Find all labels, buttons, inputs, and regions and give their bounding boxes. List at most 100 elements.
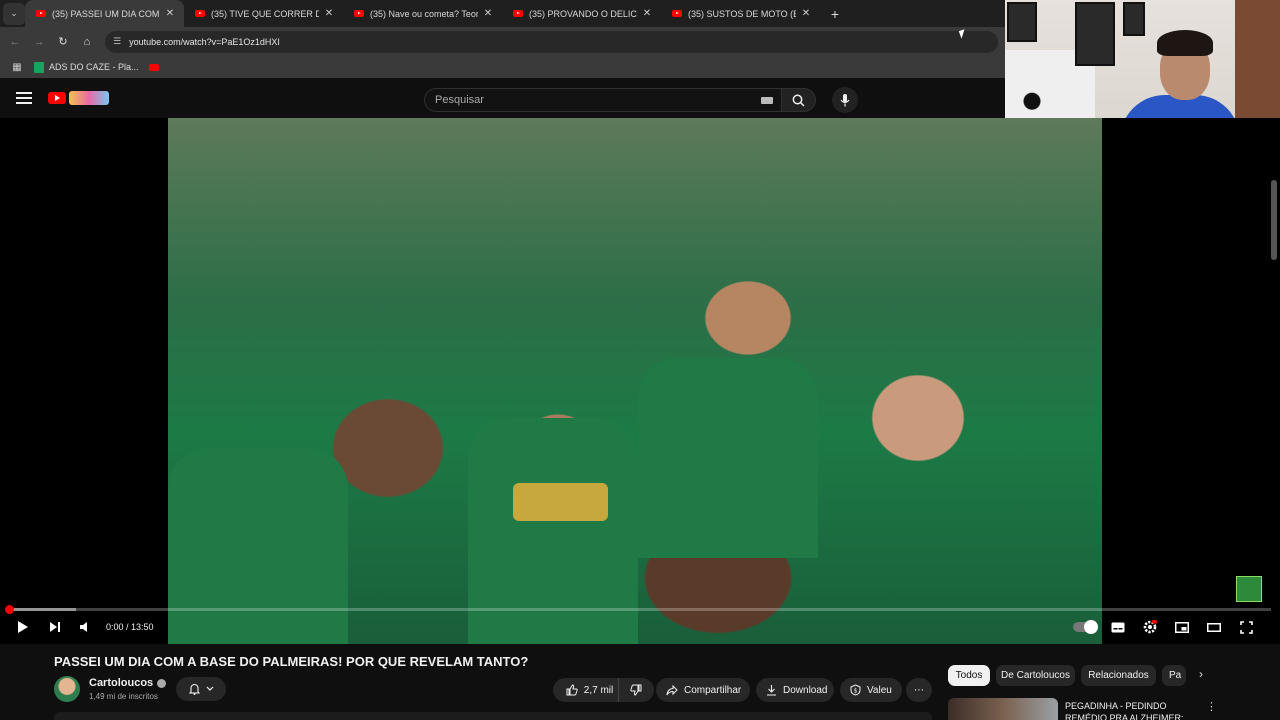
tab-search-button[interactable]: ⌄ — [3, 2, 25, 25]
play-icon — [18, 621, 28, 633]
super-thanks-icon: $ — [850, 684, 861, 696]
youtube-logo[interactable] — [48, 91, 109, 105]
share-button[interactable]: Compartilhar — [656, 678, 750, 702]
browser-tab[interactable]: (35) PROVANDO O DELICIOSO F... ✕ — [502, 0, 661, 27]
share-label: Compartilhar — [684, 684, 742, 696]
channel-name[interactable]: Cartoloucos — [89, 677, 167, 689]
chip-partial[interactable]: Pa — [1162, 665, 1186, 686]
theater-mode-button[interactable] — [1204, 616, 1224, 638]
youtube-favicon-icon — [354, 10, 364, 17]
notification-bell-button[interactable] — [176, 677, 226, 701]
subtitles-button[interactable] — [1108, 616, 1128, 638]
thanks-label: Valeu — [867, 684, 892, 696]
chevron-right-icon[interactable]: › — [1193, 667, 1209, 685]
chevron-down-icon: ⌄ — [10, 8, 18, 18]
thanks-button[interactable]: $ Valeu — [840, 678, 902, 702]
tab-title: (35) TIVE QUE CORRER DESSA S... — [211, 8, 319, 19]
related-video-thumbnail[interactable] — [948, 698, 1058, 720]
browser-tab[interactable]: (35) TIVE QUE CORRER DESSA S... ✕ — [184, 0, 343, 27]
channel-watermark[interactable] — [1236, 576, 1262, 602]
more-actions-button[interactable]: ⋯ — [906, 678, 932, 702]
svg-text:$: $ — [854, 688, 858, 695]
bookmark-item[interactable]: ADS DO CAZE - Pla... — [34, 61, 139, 73]
settings-button[interactable] — [1140, 616, 1160, 638]
back-button[interactable]: ← — [3, 36, 27, 48]
subtitles-icon — [1111, 622, 1125, 632]
sponsor-patch — [513, 483, 608, 521]
voice-search-button[interactable] — [832, 87, 858, 113]
close-icon[interactable]: ✕ — [482, 8, 494, 19]
search-input[interactable]: Pesquisar — [424, 88, 782, 112]
browser-tab[interactable]: (35) Nave ou cometa? Teoria de... ✕ — [343, 0, 502, 27]
fullscreen-icon — [1239, 620, 1253, 634]
youtube-favicon-icon — [672, 10, 682, 17]
youtube-favicon-icon — [36, 10, 46, 17]
close-icon[interactable]: ✕ — [164, 8, 176, 19]
bookmark-label: ADS DO CAZE - Pla... — [49, 62, 139, 72]
chevron-down-icon — [206, 686, 213, 691]
channel-name-text: Cartoloucos — [89, 677, 154, 689]
fullscreen-button[interactable] — [1236, 616, 1256, 638]
search-icon — [792, 94, 805, 107]
related-video-title[interactable]: PEGADINHA - PEDINDO REMÉDIO PRA ALZHEIME… — [1065, 700, 1200, 720]
close-icon[interactable]: ✕ — [800, 8, 812, 19]
play-button[interactable] — [14, 616, 32, 638]
bell-icon — [188, 683, 200, 695]
chip-de-cartoloucos[interactable]: De Cartoloucos — [996, 665, 1075, 686]
browser-tab[interactable]: (35) PASSEI UM DIA COM A BA... ✕ — [25, 0, 184, 27]
site-info-icon[interactable]: ☰ — [113, 36, 121, 47]
bookmark-youtube[interactable] — [148, 63, 159, 71]
arrow-right-icon: → — [33, 35, 45, 48]
browser-tab[interactable]: (35) SUSTOS DE MOTO (EP. 226) ✕ — [661, 0, 820, 27]
menu-icon[interactable] — [16, 92, 32, 104]
download-button[interactable]: Download — [756, 678, 834, 702]
download-icon — [767, 685, 776, 696]
address-bar[interactable]: ☰ youtube.com/watch?v=PaE1Oz1dHXI — [105, 30, 998, 53]
description-box[interactable] — [54, 712, 932, 720]
forward-button[interactable]: → — [27, 36, 51, 48]
apps-icon[interactable]: ▦ — [0, 62, 34, 73]
tab-title: (35) Nave ou cometa? Teoria de... — [370, 8, 478, 19]
tab-title: (35) SUSTOS DE MOTO (EP. 226) — [688, 8, 796, 19]
share-icon — [666, 684, 678, 695]
miniplayer-button[interactable] — [1172, 616, 1192, 638]
video-player[interactable]: 0:00 / 13:50 — [0, 118, 1280, 644]
dislike-button[interactable] — [619, 678, 653, 702]
wall-poster — [1123, 2, 1145, 36]
new-tab-button[interactable]: + — [826, 6, 844, 22]
autoplay-toggle[interactable] — [1072, 616, 1098, 638]
progress-bar[interactable] — [5, 605, 1271, 614]
jersey-shape — [168, 448, 348, 644]
keyboard-icon[interactable] — [761, 96, 773, 104]
close-icon[interactable]: ✕ — [641, 8, 653, 19]
chip-relacionados[interactable]: Relacionados — [1081, 665, 1156, 686]
tab-list: (35) PASSEI UM DIA COM A BA...✕(35) TIVE… — [25, 0, 820, 27]
like-count: 2,7 mil — [583, 684, 614, 696]
skip-next-icon — [50, 622, 60, 632]
time-display: 0:00 / 13:50 — [106, 622, 154, 632]
toggle-switch-icon — [1073, 620, 1098, 634]
jersey-shape — [638, 358, 818, 558]
volume-icon — [80, 622, 87, 632]
more-vertical-icon[interactable]: ⋮ — [1206, 700, 1217, 713]
youtube-icon — [148, 63, 159, 71]
bookmarks-bar: ▦ ADS DO CAZE - Pla... — [0, 56, 1005, 78]
page-scrollbar[interactable] — [1271, 180, 1277, 260]
video-frame[interactable] — [168, 118, 1102, 644]
theater-icon — [1207, 622, 1221, 632]
scrubber-handle[interactable] — [5, 605, 14, 614]
reload-icon: ↻ — [58, 36, 68, 48]
tab-title: (35) PROVANDO O DELICIOSO F... — [529, 8, 637, 19]
chip-todos[interactable]: Todos — [948, 665, 990, 686]
gear-icon — [1143, 620, 1157, 634]
search-button[interactable] — [782, 88, 816, 112]
mute-button[interactable] — [76, 616, 94, 638]
home-button[interactable]: ⌂ — [75, 36, 99, 48]
progress-buffer — [9, 608, 76, 611]
video-title: PASSEI UM DIA COM A BASE DO PALMEIRAS! P… — [54, 654, 529, 669]
like-button[interactable]: 2,7 mil — [553, 678, 619, 702]
reload-button[interactable]: ↻ — [51, 35, 75, 48]
close-icon[interactable]: ✕ — [323, 8, 335, 19]
channel-avatar[interactable] — [54, 676, 80, 702]
next-button[interactable] — [46, 616, 64, 638]
